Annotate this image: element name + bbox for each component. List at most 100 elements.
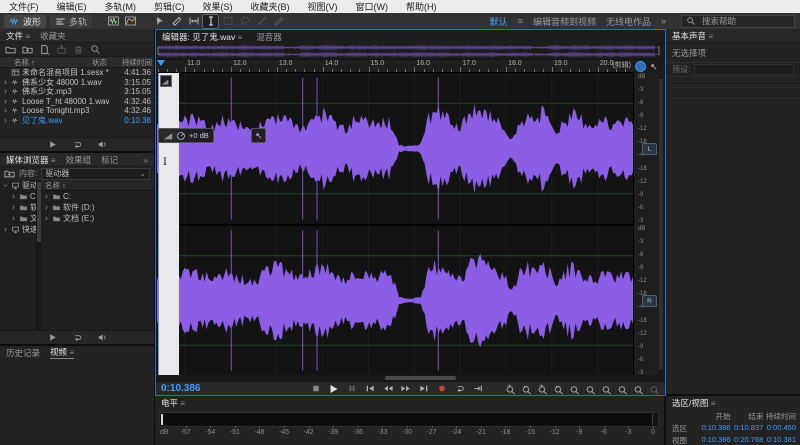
play-icon[interactable] [47,139,58,150]
waveform-display[interactable]: +0 dB I [157,73,633,375]
loop-playback-button[interactable] [453,383,466,394]
panel-menu-icon[interactable]: ≡ [69,348,74,357]
skip-to-end-button[interactable] [417,383,430,394]
time-selection-tool-button[interactable] [203,15,218,28]
search-icon[interactable] [90,44,101,55]
zoom-selection-out-button[interactable] [601,383,613,394]
help-search-box[interactable] [681,15,795,28]
pause-button[interactable] [345,383,358,394]
workspace-edit-audio-to-video[interactable]: 编辑音频到视频 [533,15,596,28]
zoom-extra-button[interactable] [649,383,661,394]
play-button[interactable] [327,383,340,394]
loop-icon[interactable] [72,332,83,343]
time-value[interactable]: 0:10.837 [731,423,764,434]
vertical-scrollbar[interactable] [659,73,663,375]
workspace-default[interactable]: 默认 [490,15,508,28]
paintbrush-tool-button[interactable] [271,15,286,28]
preset-row[interactable]: 预设: [666,63,800,77]
time-selection[interactable] [158,73,179,375]
drive-row-2[interactable]: 文档 (E:) [41,213,154,224]
import-icon[interactable] [4,168,15,179]
timeline-ruler[interactable]: (剪辑) 11.012.013.014.015.016.017.018.019.… [157,60,633,73]
export-icon[interactable] [56,44,67,55]
files-column-header[interactable]: 名称 ↑ 状态 持续时间 [0,56,154,68]
time-value[interactable]: 0:20.768 [731,435,764,445]
stop-button[interactable] [309,383,322,394]
drive-row-0[interactable]: C: [41,191,154,202]
fast-forward-button[interactable] [399,383,412,394]
menu-item-6[interactable]: 视图(V) [299,0,347,13]
tree-item-1[interactable]: C: [0,191,36,202]
move-tool-button[interactable] [152,15,167,28]
workspace-radio-production[interactable]: 无线电作品 [606,15,651,28]
playhead-marker[interactable] [157,60,165,66]
new-file-icon[interactable] [39,44,50,55]
auto-play-speaker-icon[interactable] [97,332,108,343]
file-row-3[interactable]: Loose T_ht 48000 1.wav4:32.46 [0,97,154,107]
file-row-2[interactable]: 佛系少女.mp33:15.05 [0,87,154,97]
time-value[interactable]: 0:00.450 [763,423,796,434]
panel-menu-icon[interactable]: ≡ [180,399,185,408]
tab-files[interactable]: 文件 ≡ [6,30,30,42]
panel-menu-icon[interactable]: ≡ [711,399,716,408]
reset-zoom-button[interactable] [633,383,645,394]
menu-item-7[interactable]: 窗口(W) [347,0,398,13]
menu-item-8[interactable]: 帮助(H) [397,0,446,13]
waveform-mode-button[interactable]: 波形 [4,15,46,28]
zoom-out-time-full-button[interactable]: − [553,383,565,394]
zoom-in-button[interactable]: + [505,383,517,394]
overview-right-handle[interactable]: ] [657,44,660,57]
tree-item-0[interactable]: 驱动器 [0,180,36,191]
tab-video[interactable]: 视频 ≡ [50,346,74,359]
zoom-in-time-full-button[interactable]: + [537,383,549,394]
tree-item-2[interactable]: 软件 (D:) [0,202,36,213]
tree-item-3[interactable]: 文档 (E:) [0,213,36,224]
import-file-icon[interactable] [22,44,33,55]
open-folder-icon[interactable] [5,44,16,55]
lasso-selection-tool-button[interactable] [237,15,252,28]
overview-left-handle[interactable]: [ [157,44,160,57]
marquee-selection-tool-button[interactable] [220,15,235,28]
fade-in-handle[interactable] [160,75,172,87]
workspace-menu-icon[interactable]: ≡ [518,16,523,26]
menu-item-5[interactable]: 收藏夹(B) [242,0,299,13]
slip-tool-button[interactable] [186,15,201,28]
time-value[interactable]: 0:10.386 [698,423,731,434]
time-value[interactable]: 0:10.381 [763,435,796,445]
trash-icon[interactable] [73,44,84,55]
skip-to-start-button[interactable] [363,383,376,394]
waveform-view-button[interactable] [106,15,121,28]
loop-view-icon[interactable] [635,61,646,72]
record-button[interactable] [435,383,448,394]
menu-item-3[interactable]: 剪辑(C) [145,0,194,13]
menu-item-1[interactable]: 编辑(E) [48,0,96,13]
channel-right-button[interactable]: R [642,295,657,307]
tab-levels[interactable]: 电平 ≡ [161,397,185,409]
tab-editor[interactable]: 编辑器: 见了鬼.wav ≡ [162,31,242,43]
drive-row-1[interactable]: 软件 (D:) [41,202,154,213]
channel-left-button[interactable]: L [642,143,657,155]
tab-media-browser[interactable]: 媒体浏览器 ≡ [6,154,56,166]
menu-item-4[interactable]: 效果(S) [194,0,242,13]
zoom-selection-in-button[interactable] [585,383,597,394]
line-tool-button[interactable] [254,15,269,28]
tree-item-4[interactable]: 快速访问 [0,224,36,235]
tab-essential-sound[interactable]: 基本声音 ≡ [672,30,713,42]
hud-pin-button[interactable] [251,128,266,143]
panel-menu-icon[interactable]: ≡ [238,33,243,42]
volume-hud[interactable]: +0 dB [158,128,214,143]
spectral-view-button[interactable] [123,15,138,28]
pin-icon[interactable] [649,62,658,71]
time-display[interactable]: 0:10.386 [161,383,200,394]
zoom-to-selection-button[interactable] [617,383,629,394]
help-search-input[interactable] [700,15,784,27]
play-icon[interactable] [47,332,58,343]
zoom-amplitude-button[interactable] [569,383,581,394]
tab-overflow-chevron[interactable]: » [143,155,148,165]
workspace-overflow-chevron[interactable]: » [661,16,666,26]
skip-selection-button[interactable] [471,383,484,394]
panel-menu-icon[interactable]: ≡ [25,32,30,41]
overview-strip[interactable]: [ ] [156,43,661,60]
tab-markers[interactable]: 标记 [101,154,118,166]
rewind-button[interactable] [381,383,394,394]
